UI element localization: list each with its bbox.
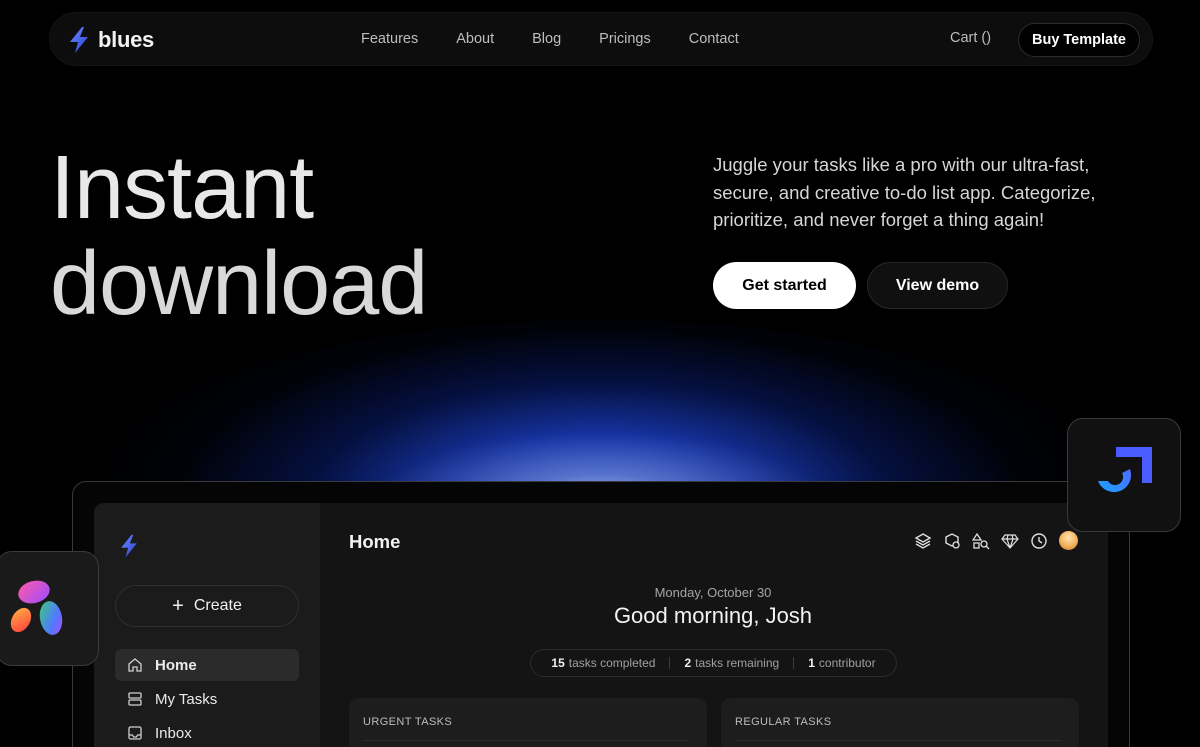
top-navbar: blues Features About Blog Pricings Conta… xyxy=(49,12,1153,66)
nav-link-contact[interactable]: Contact xyxy=(689,31,739,47)
greeting: Good morning, Josh xyxy=(613,603,813,628)
hero-title-line1: Instant xyxy=(50,138,314,238)
inbox-icon xyxy=(128,726,142,740)
urgent-tasks-card: URGENT TASKS xyxy=(349,698,707,747)
box-add-icon[interactable] xyxy=(943,532,961,550)
cart-link[interactable]: Cart () xyxy=(950,30,991,46)
stat-remaining: 2 tasks remaining xyxy=(684,656,780,670)
sidebar-item-label: My Tasks xyxy=(155,690,218,708)
nav-link-features[interactable]: Features xyxy=(361,31,418,47)
app-toolbar xyxy=(914,531,1078,550)
hero-title: Instant download xyxy=(50,138,428,334)
get-started-button[interactable]: Get started xyxy=(713,262,856,309)
avatar[interactable] xyxy=(1059,531,1078,550)
diamond-icon[interactable] xyxy=(1001,532,1019,550)
create-label: Create xyxy=(193,597,242,614)
regular-tasks-card: REGULAR TASKS xyxy=(721,698,1079,747)
home-icon xyxy=(128,658,142,672)
stat-contributors: 1 contributor xyxy=(808,656,876,670)
divider xyxy=(735,740,1061,741)
nav-link-blog[interactable]: Blog xyxy=(532,31,561,47)
date-label: Monday, October 30 xyxy=(654,585,772,600)
divider xyxy=(363,740,689,741)
divider xyxy=(793,657,795,669)
colorful-blob-icon xyxy=(10,580,63,635)
sidebar-item-label: Home xyxy=(155,656,197,674)
brand-name: blues xyxy=(98,27,154,52)
lightning-bolt-icon xyxy=(121,534,137,558)
hero-description: Juggle your tasks like a pro with our ul… xyxy=(713,154,1096,230)
lightning-bolt-icon xyxy=(70,27,88,53)
plus-icon: + xyxy=(172,595,184,617)
sidebar-item-label: Inbox xyxy=(155,724,192,742)
sidebar-item-my-tasks[interactable]: My Tasks xyxy=(115,683,299,715)
floating-app-icon-right xyxy=(1067,418,1181,532)
clock-icon[interactable] xyxy=(1030,532,1048,550)
shapes-search-icon[interactable] xyxy=(972,532,990,550)
divider xyxy=(669,657,671,669)
nav-link-pricings[interactable]: Pricings xyxy=(599,31,651,47)
brand-logo[interactable]: blues xyxy=(64,25,154,55)
stats-pill: 15 tasks completed 2 tasks remaining 1 cont… xyxy=(530,649,897,677)
arrow-loop-icon xyxy=(1098,447,1152,493)
tasks-icon xyxy=(128,692,142,706)
view-demo-button[interactable]: View demo xyxy=(867,262,1008,309)
nav-links: Features About Blog Pricings Contact xyxy=(361,31,739,47)
layers-icon[interactable] xyxy=(914,532,932,550)
hero-title-line2: download xyxy=(50,234,428,334)
card-title: REGULAR TASKS xyxy=(735,716,832,728)
sidebar-item-home[interactable]: Home xyxy=(115,649,299,681)
buy-template-button[interactable]: Buy Template xyxy=(1018,23,1140,57)
card-title: URGENT TASKS xyxy=(363,716,453,728)
app-preview: + Create Home My Tasks Inbox Home Monday… xyxy=(94,503,1108,747)
app-sidebar: + Create Home My Tasks Inbox xyxy=(94,503,320,747)
nav-link-about[interactable]: About xyxy=(456,31,494,47)
page-title: Home xyxy=(349,531,401,552)
floating-app-icon-left xyxy=(0,551,99,666)
create-button[interactable]: + Create xyxy=(115,585,299,627)
sidebar-item-inbox[interactable]: Inbox xyxy=(115,717,299,747)
stat-completed: 15 tasks completed xyxy=(551,656,656,670)
